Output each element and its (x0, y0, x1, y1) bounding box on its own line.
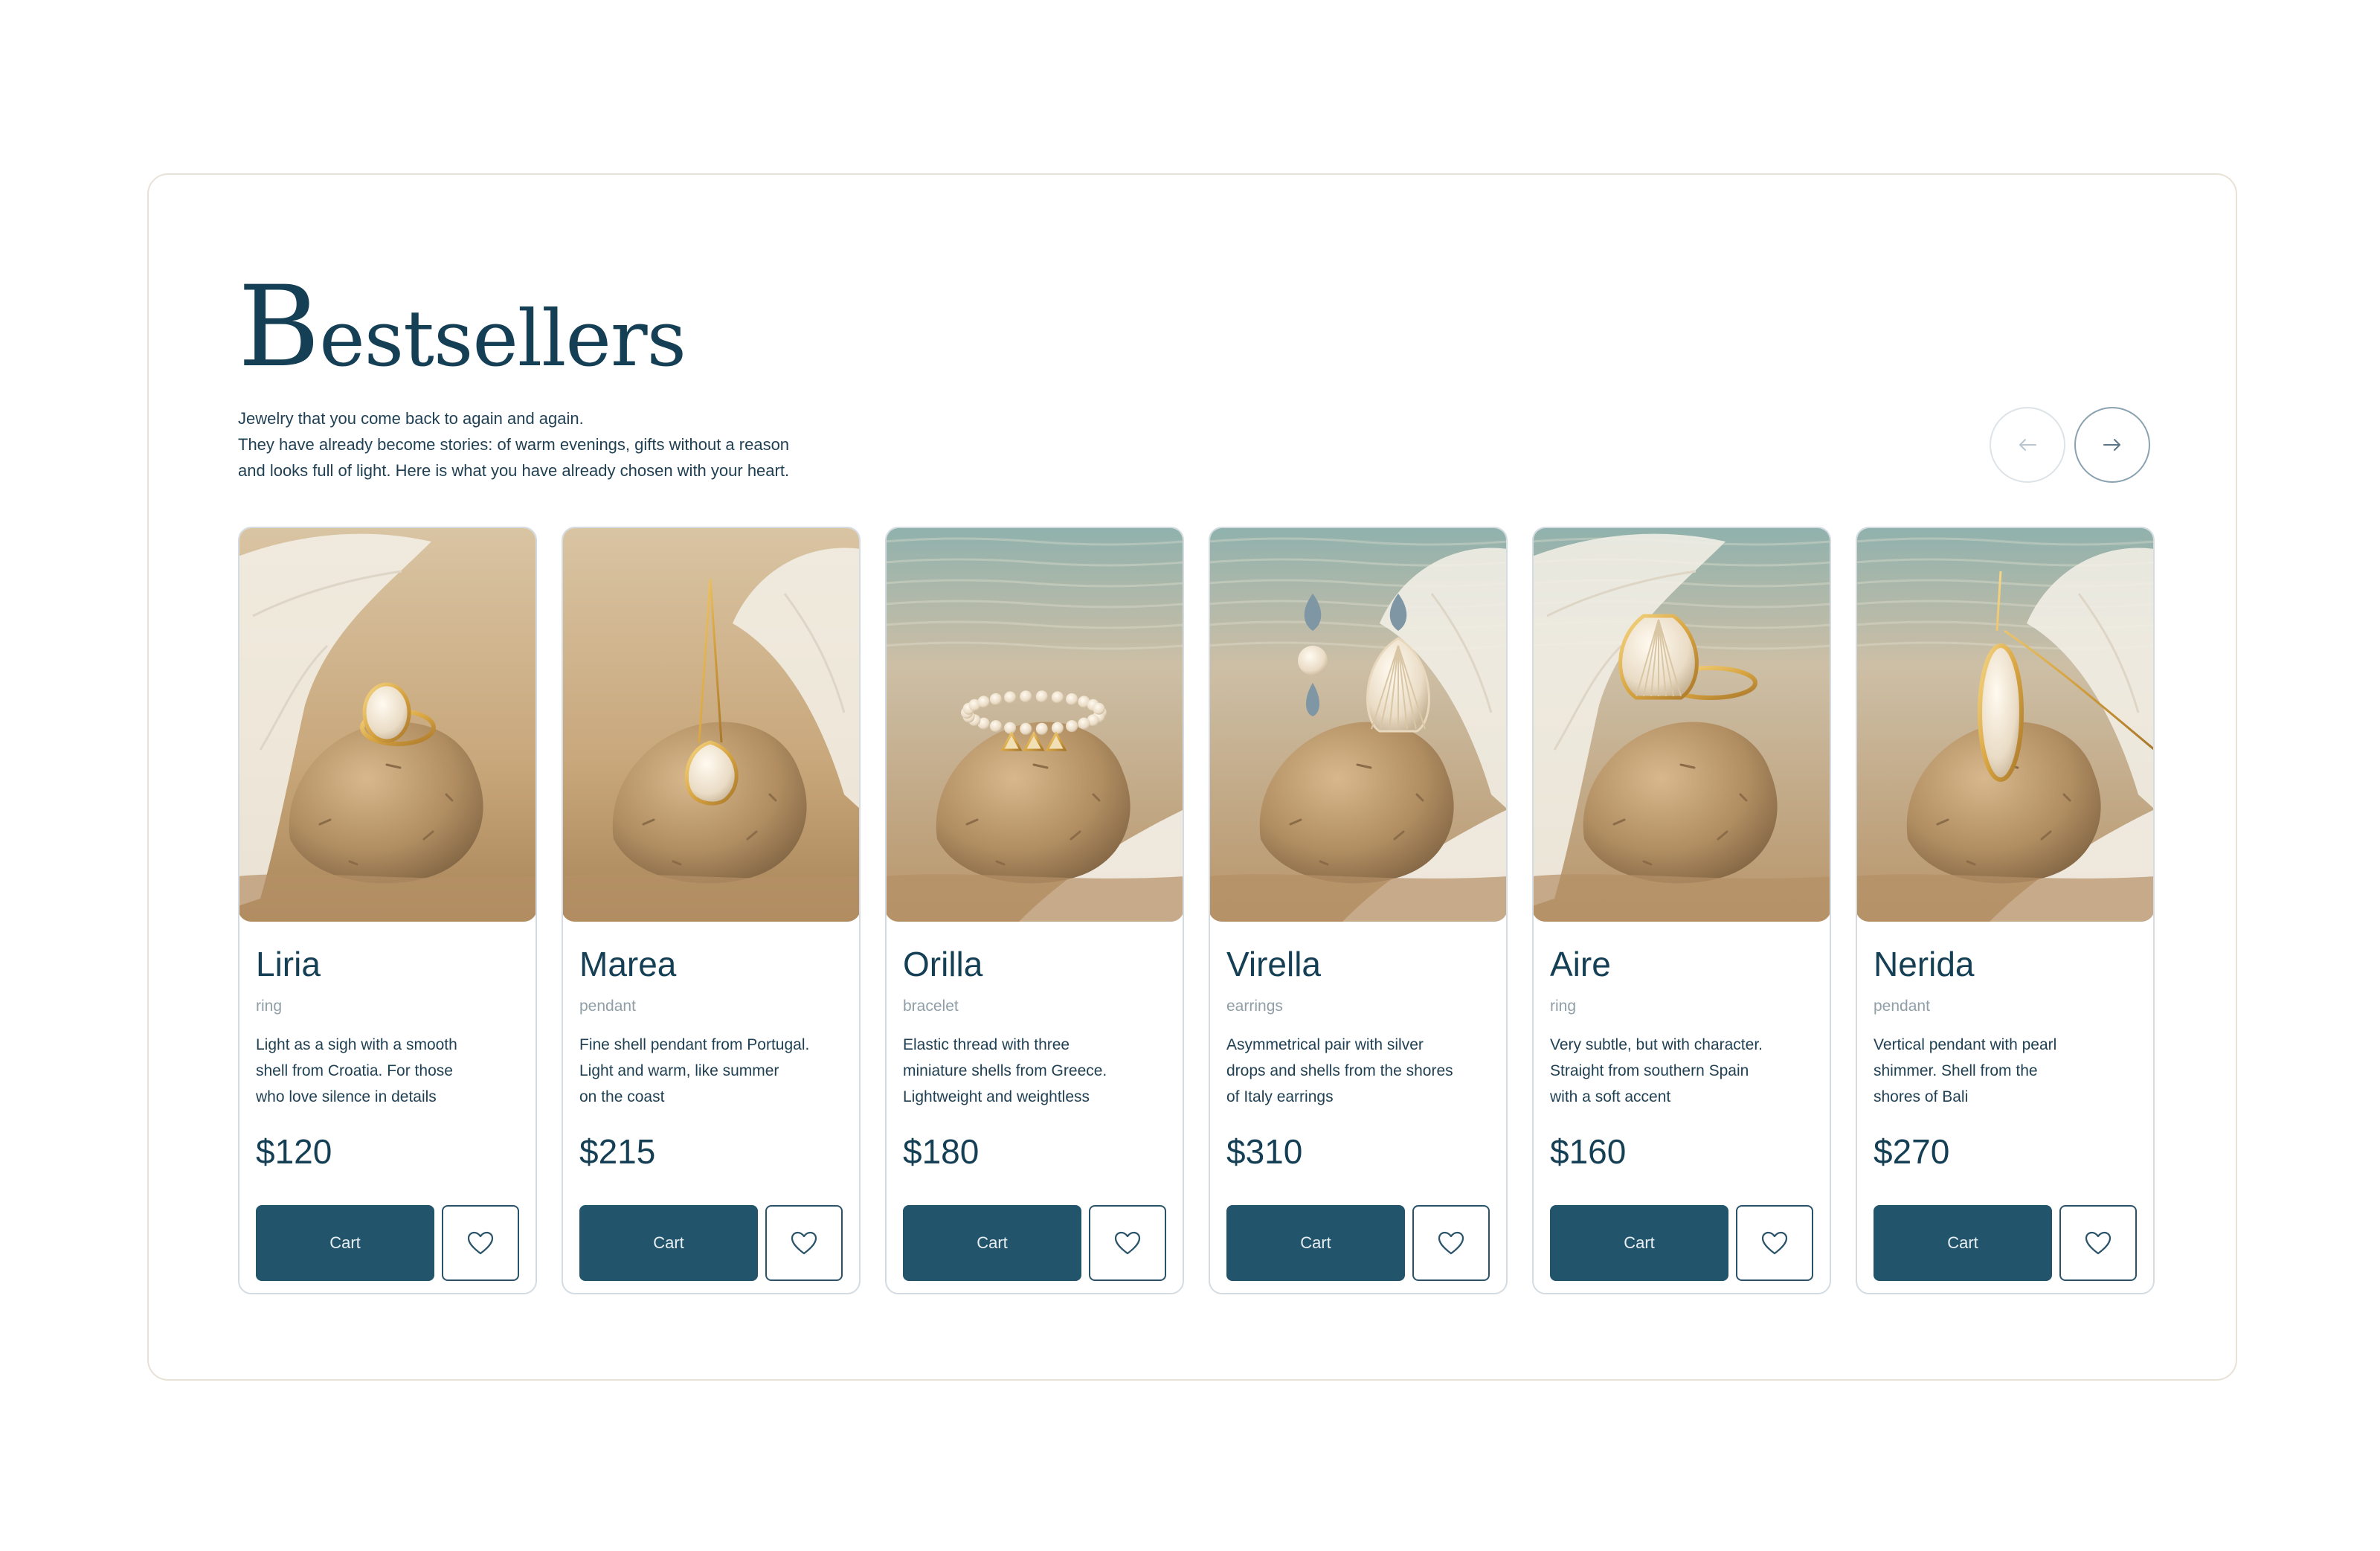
product-description: Fine shell pendant from Portugal. Light … (579, 1032, 847, 1110)
product-photo (239, 528, 536, 922)
description-line: Fine shell pendant from Portugal. (579, 1036, 810, 1053)
section-subtitle: Jewelry that you come back to again and … (238, 405, 907, 484)
description-line: shell from Croatia. For those (256, 1062, 453, 1079)
wishlist-button[interactable] (1736, 1205, 1813, 1281)
product-description: Elastic thread with three miniature shel… (903, 1032, 1171, 1110)
product-image[interactable] (1534, 528, 1830, 922)
product-name[interactable]: Nerida (1874, 947, 1975, 981)
heart-icon (2085, 1231, 2112, 1255)
section-title: Bestsellers (238, 272, 686, 383)
description-line: of Italy earrings (1226, 1088, 1334, 1105)
add-to-cart-button[interactable]: Cart (903, 1205, 1081, 1281)
product-description: Light as a sigh with a smooth shell from… (256, 1032, 524, 1110)
carousel-next-button[interactable] (2074, 407, 2150, 483)
heart-icon (1114, 1231, 1141, 1255)
product-card[interactable]: Liria ring Light as a sigh with a smooth… (238, 527, 537, 1294)
description-line: Elastic thread with three (903, 1036, 1070, 1053)
product-price: $310 (1226, 1132, 1303, 1171)
product-name[interactable]: Marea (579, 947, 676, 981)
product-price: $160 (1550, 1132, 1627, 1171)
heart-icon (791, 1231, 817, 1255)
product-price: $180 (903, 1132, 980, 1171)
description-line: shimmer. Shell from the (1874, 1062, 2038, 1079)
product-photo (1534, 528, 1830, 922)
product-price: $270 (1874, 1132, 1950, 1171)
product-card[interactable]: Virella earrings Asymmetrical pair with … (1209, 527, 1508, 1294)
description-line: on the coast (579, 1088, 665, 1105)
product-name[interactable]: Liria (256, 947, 321, 981)
arrow-right-icon (2103, 439, 2120, 451)
description-line: Vertical pendant with pearl (1874, 1036, 2057, 1053)
description-line: shores of Bali (1874, 1088, 1969, 1105)
product-image[interactable] (1857, 528, 2153, 922)
product-card[interactable]: Orilla bracelet Elastic thread with thre… (885, 527, 1184, 1294)
product-type: pendant (1874, 998, 1930, 1015)
carousel-prev-button[interactable] (1990, 407, 2065, 483)
description-line: drops and shells from the shores (1226, 1062, 1453, 1079)
add-to-cart-button[interactable]: Cart (579, 1205, 758, 1281)
add-to-cart-button[interactable]: Cart (1874, 1205, 2052, 1281)
section-title-rest: estsellers (319, 293, 686, 384)
heart-icon (1438, 1231, 1464, 1255)
heart-icon (467, 1231, 494, 1255)
product-name[interactable]: Orilla (903, 947, 982, 981)
description-line: miniature shells from Greece. (903, 1062, 1107, 1079)
description-line: Asymmetrical pair with silver (1226, 1036, 1424, 1053)
subtitle-line: Jewelry that you come back to again and … (238, 409, 584, 428)
description-line: Light as a sigh with a smooth (256, 1036, 457, 1053)
product-type: pendant (579, 998, 636, 1015)
product-image[interactable] (1210, 528, 1506, 922)
product-type: ring (1550, 998, 1577, 1015)
product-card[interactable]: Aire ring Very subtle, but with characte… (1532, 527, 1831, 1294)
product-image[interactable] (563, 528, 859, 922)
product-photo (887, 528, 1183, 922)
product-price: $120 (256, 1132, 332, 1171)
description-line: Straight from southern Spain (1550, 1062, 1749, 1079)
bestsellers-section: Bestsellers Jewelry that you come back t… (147, 173, 2237, 1381)
subtitle-line: They have already become stories: of war… (238, 435, 790, 454)
product-name[interactable]: Aire (1550, 947, 1611, 981)
product-photo (1210, 528, 1506, 922)
product-description: Vertical pendant with pearl shimmer. She… (1874, 1032, 2141, 1110)
product-card[interactable]: Marea pendant Fine shell pendant from Po… (562, 527, 861, 1294)
subtitle-line: and looks full of light. Here is what yo… (238, 461, 790, 480)
wishlist-button[interactable] (765, 1205, 843, 1281)
product-image[interactable] (239, 528, 536, 922)
heart-icon (1761, 1231, 1788, 1255)
add-to-cart-button[interactable]: Cart (1226, 1205, 1405, 1281)
description-line: Lightweight and weightless (903, 1088, 1090, 1105)
product-photo (563, 528, 859, 922)
description-line: who love silence in details (256, 1088, 437, 1105)
product-description: Very subtle, but with character. Straigh… (1550, 1032, 1818, 1110)
add-to-cart-button[interactable]: Cart (1550, 1205, 1728, 1281)
wishlist-button[interactable] (2059, 1205, 2137, 1281)
product-card[interactable]: Nerida pendant Vertical pendant with pea… (1856, 527, 2155, 1294)
description-line: Light and warm, like summer (579, 1062, 779, 1079)
product-name[interactable]: Virella (1226, 947, 1321, 981)
product-description: Asymmetrical pair with silver drops and … (1226, 1032, 1494, 1110)
add-to-cart-button[interactable]: Cart (256, 1205, 434, 1281)
product-carousel: Liria ring Light as a sigh with a smooth… (238, 527, 2155, 1294)
product-photo (1857, 528, 2153, 922)
product-type: earrings (1226, 998, 1283, 1015)
product-image[interactable] (887, 528, 1183, 922)
product-type: ring (256, 998, 283, 1015)
product-type: bracelet (903, 998, 959, 1015)
product-price: $215 (579, 1132, 656, 1171)
arrow-left-icon (2019, 439, 2036, 451)
description-line: with a soft accent (1550, 1088, 1671, 1105)
description-line: Very subtle, but with character. (1550, 1036, 1763, 1053)
section-title-initial: B (238, 263, 320, 392)
wishlist-button[interactable] (442, 1205, 519, 1281)
wishlist-button[interactable] (1412, 1205, 1490, 1281)
wishlist-button[interactable] (1089, 1205, 1166, 1281)
